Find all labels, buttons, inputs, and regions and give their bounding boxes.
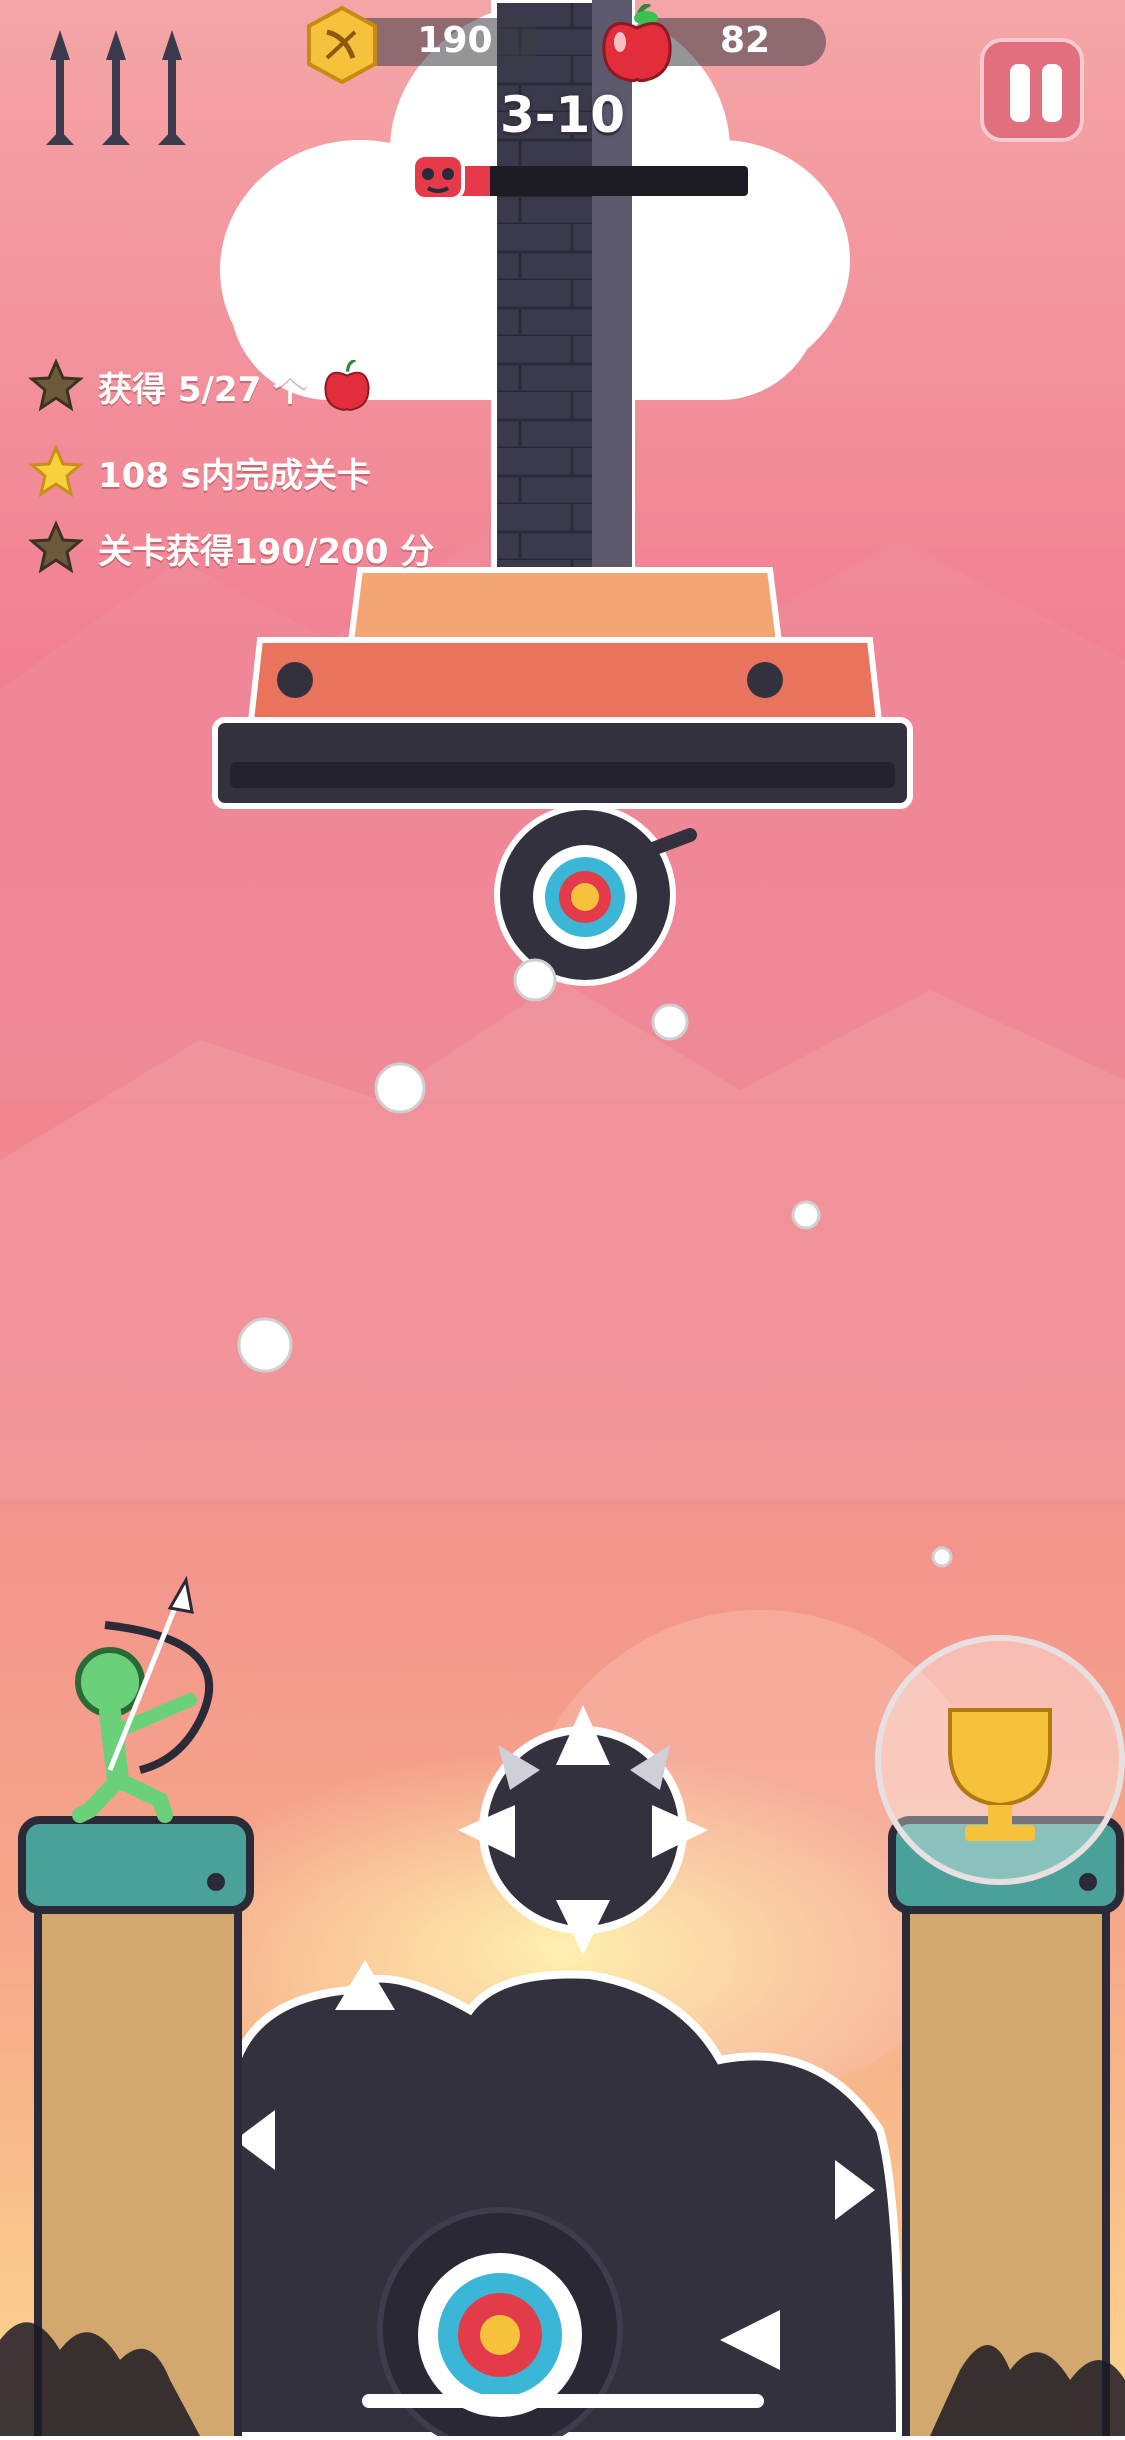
pause-icon <box>1010 64 1030 122</box>
left-pillar <box>18 1816 254 2440</box>
coin-bow-icon <box>307 6 377 84</box>
level-label: 3-10 <box>499 86 626 144</box>
objective-text: 108 s内完成关卡 <box>98 455 372 496</box>
pause-button[interactable] <box>980 38 1084 142</box>
apple-icon <box>324 360 370 411</box>
star-dim-icon <box>28 520 84 574</box>
objective-time: 108 s内完成关卡 <box>28 444 371 500</box>
right-pillar <box>888 1816 1124 2440</box>
objective-text: 获得 5/27 个 <box>98 369 308 410</box>
objective-score: 关卡获得190/200 分 <box>28 520 434 576</box>
objective-apples: 获得 5/27 个 <box>28 358 373 414</box>
star-dim-icon <box>28 358 84 412</box>
coin-count: 190 <box>417 20 493 61</box>
skull-icon <box>411 153 465 208</box>
trophy-bubble <box>875 1635 1125 1885</box>
apple-count: 82 <box>719 20 771 61</box>
pause-icon <box>1042 64 1062 122</box>
home-indicator[interactable] <box>362 2394 764 2408</box>
apple-icon <box>602 4 672 83</box>
objective-text: 关卡获得190/200 分 <box>98 531 435 572</box>
boss-health-bar <box>448 166 748 196</box>
star-gold-icon <box>28 444 84 498</box>
